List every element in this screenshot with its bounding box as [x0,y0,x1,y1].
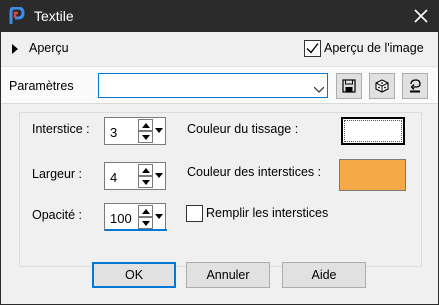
apercu-row: Aperçu Aperçu de l'image [1,38,438,60]
interstice-value[interactable]: 3 [110,125,117,140]
cancel-button[interactable]: Annuler [186,262,270,288]
largeur-label: Largeur : [32,167,83,181]
dropdown-arrow-icon[interactable] [154,164,165,188]
remplir-checkbox[interactable] [186,205,203,222]
interstices-color-swatch[interactable] [339,159,406,191]
app-logo-icon [8,6,26,25]
opacite-spinner[interactable]: 100 [104,203,167,231]
image-preview-label[interactable]: Aperçu de l'image [324,41,424,55]
ok-button[interactable]: OK [92,262,176,288]
dropdown-arrow-icon[interactable] [313,82,325,93]
image-preview-checkbox[interactable] [304,40,321,57]
spin-down-icon[interactable] [138,217,153,229]
dropdown-arrow-icon[interactable] [154,119,165,143]
dropdown-arrow-icon[interactable] [154,205,165,229]
spin-down-icon[interactable] [138,131,153,143]
random-button[interactable] [369,73,395,99]
params-bar: Paramètres [1,66,438,104]
largeur-spinner[interactable]: 4 [104,162,166,190]
interstice-spinner[interactable]: 3 [104,117,166,145]
tissage-color-swatch[interactable] [341,117,405,145]
spin-up-icon[interactable] [138,119,153,131]
title-bar: Textile [0,0,439,32]
dialog-body: Aperçu Aperçu de l'image Paramètres Inte… [1,32,438,304]
interstices-color-label: Couleur des interstices : [187,165,322,179]
expand-arrow-icon[interactable] [12,43,18,54]
close-icon[interactable] [411,6,431,26]
save-preset-button[interactable] [336,73,362,99]
remplir-label[interactable]: Remplir les interstices [206,206,328,220]
help-button[interactable]: Aide [282,262,366,288]
spin-down-icon[interactable] [138,176,153,188]
opacite-label: Opacité : [32,208,83,222]
focus-underline [105,229,167,231]
spin-up-icon[interactable] [138,205,153,217]
params-label: Paramètres [9,79,74,93]
interstice-label: Interstice : [32,122,90,136]
window-title: Textile [34,8,74,24]
spin-up-icon[interactable] [138,164,153,176]
reset-button[interactable] [402,73,428,99]
largeur-value[interactable]: 4 [110,170,117,185]
apercu-toggle[interactable]: Aperçu [29,41,69,55]
tissage-color-label: Couleur du tissage : [187,122,299,136]
preset-select[interactable] [98,73,328,98]
opacite-value[interactable]: 100 [110,211,132,226]
